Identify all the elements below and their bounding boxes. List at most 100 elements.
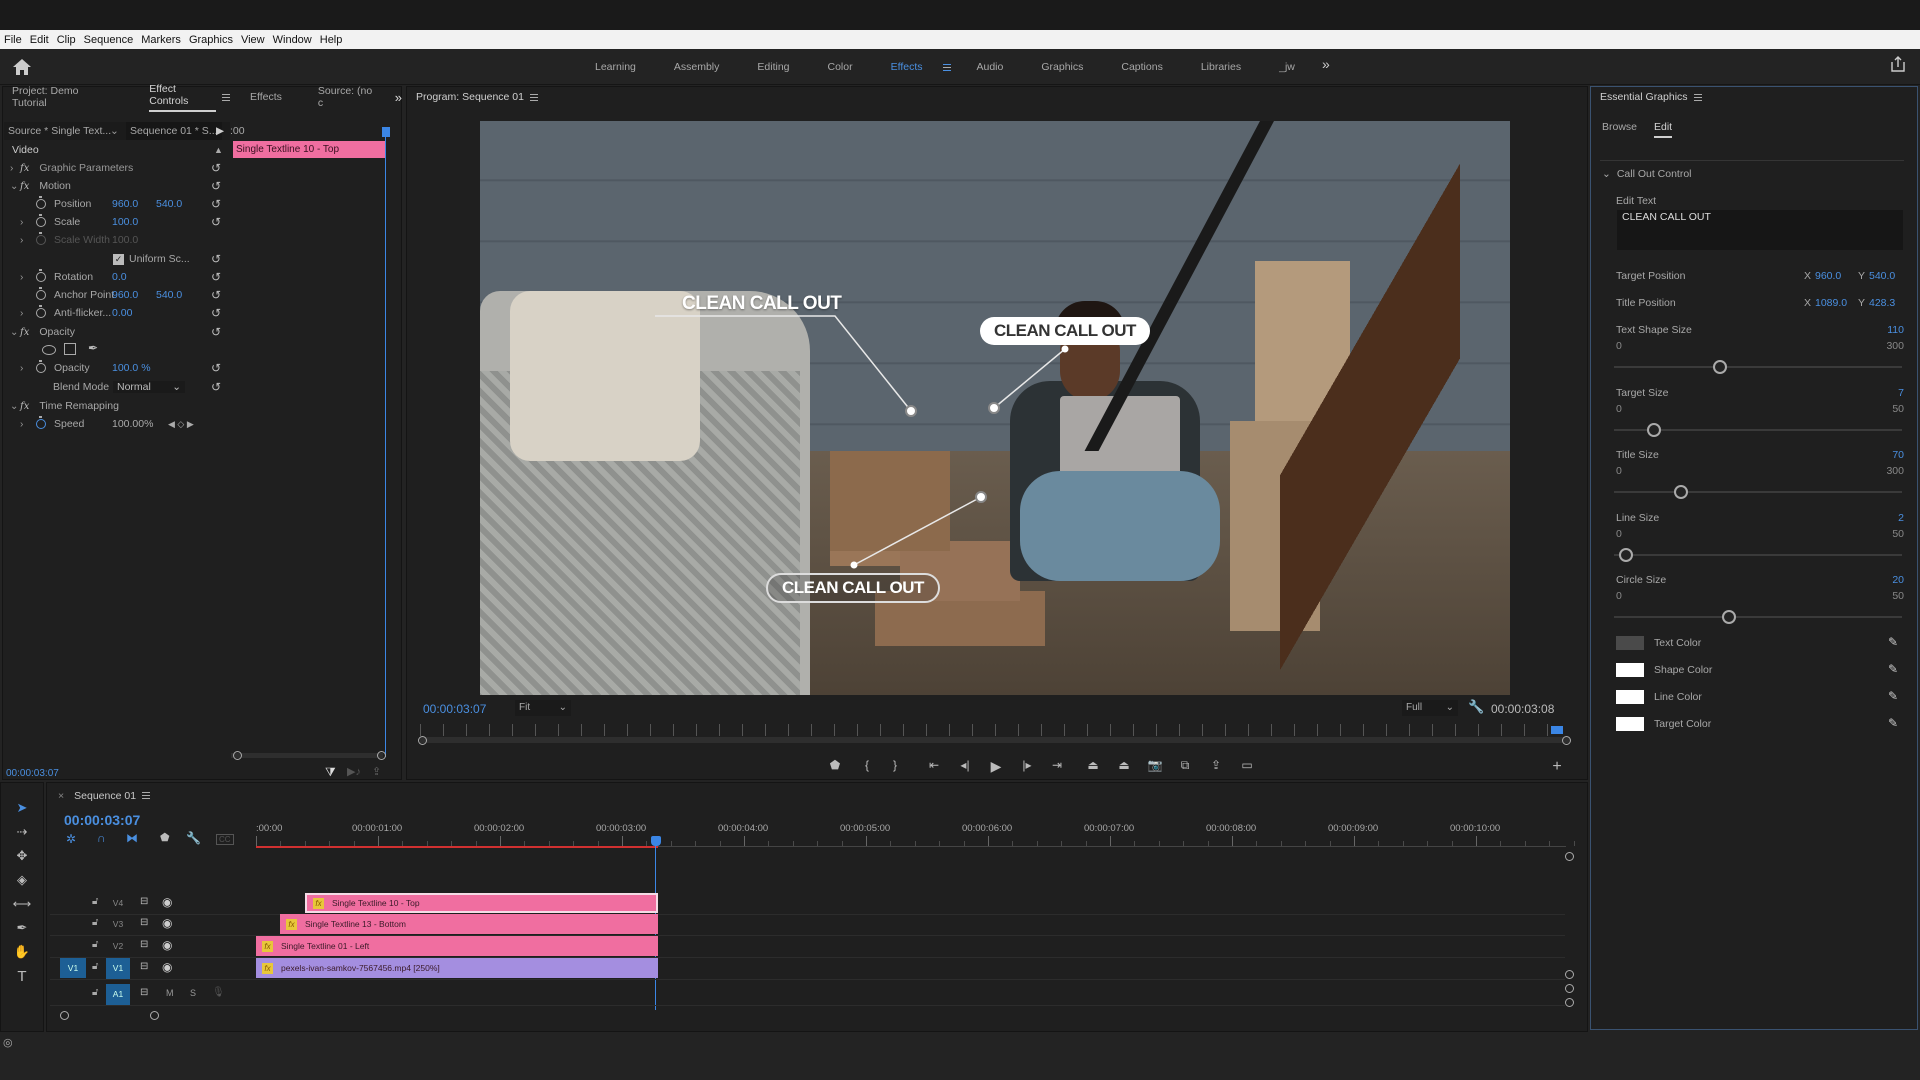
export-button[interactable]: ⇪ (1207, 758, 1225, 772)
play-audio-icon[interactable]: ▶♪ (347, 765, 361, 778)
sync-lock-icon[interactable]: ⊟ (140, 961, 148, 972)
opacity-section-row[interactable]: ⌄ fx Opacity (10, 323, 75, 341)
edit-text-field[interactable]: CLEAN CALL OUT (1617, 210, 1903, 250)
source-patch[interactable]: V1 (60, 958, 86, 978)
tab-effect-controls[interactable]: Effect Controls (149, 83, 217, 112)
eyedropper-icon[interactable]: ✎ (1888, 635, 1898, 649)
mini-clip[interactable]: Single Textline 10 - Top (233, 141, 385, 158)
stopwatch-icon[interactable] (36, 287, 46, 300)
workspace-menu-icon[interactable] (942, 63, 951, 71)
type-tool[interactable]: T (12, 968, 32, 988)
reset-icon[interactable]: ↺ (211, 381, 223, 393)
track-target[interactable]: V2 (106, 936, 130, 956)
eyedropper-icon[interactable]: ✎ (1888, 689, 1898, 703)
slider-value[interactable]: 7 (1864, 387, 1904, 399)
vscroll-handle[interactable] (1565, 970, 1574, 979)
callout-bottom[interactable]: CLEAN CALL OUT (766, 573, 940, 603)
lock-icon[interactable]: 🔓︎ (92, 896, 98, 907)
anchor-y-value[interactable]: 540.0 (156, 289, 182, 301)
slider-track[interactable] (1614, 491, 1902, 493)
slider-track[interactable] (1614, 366, 1902, 368)
mini-playhead[interactable] (382, 127, 390, 137)
lock-icon[interactable]: 🔓︎ (92, 917, 98, 928)
mute-button[interactable]: M (166, 988, 174, 998)
title-position-y[interactable]: 428.3 (1869, 297, 1895, 309)
stopwatch-icon[interactable] (36, 269, 46, 282)
reset-icon[interactable]: ↺ (211, 307, 223, 319)
graphic-parameters-row[interactable]: › fx Graphic Parameters (10, 159, 133, 177)
sync-lock-icon[interactable]: ⊟ (140, 917, 148, 928)
slider-knob[interactable] (1674, 485, 1689, 499)
program-playhead[interactable] (1551, 726, 1563, 734)
linked-selection-icon[interactable]: ⧓ (126, 831, 138, 845)
workspace-effects[interactable]: Effects (891, 61, 923, 73)
extract-button[interactable]: ⏏ (1115, 758, 1133, 772)
stopwatch-icon[interactable] (36, 416, 46, 429)
wrench-icon[interactable]: 🔧 (1468, 699, 1484, 715)
workspace-color[interactable]: Color (828, 61, 853, 73)
comparison-view-button[interactable]: ⧉ (1176, 758, 1194, 773)
tab-edit[interactable]: Edit (1654, 121, 1673, 138)
workspace-editing[interactable]: Editing (757, 61, 789, 73)
slider-value[interactable]: 20 (1864, 574, 1904, 586)
color-swatch[interactable] (1616, 663, 1644, 677)
reset-icon[interactable]: ↺ (211, 198, 223, 210)
solo-button[interactable]: S (190, 988, 196, 998)
vr-view-button[interactable]: ▭ (1238, 758, 1256, 772)
tab-effects[interactable]: Effects (250, 91, 282, 103)
snap-icon[interactable]: ∩ (97, 831, 106, 845)
timeline-clip[interactable]: fx Single Textline 01 - Left (256, 936, 658, 956)
track-target[interactable]: V3 (106, 914, 130, 934)
time-remapping-row[interactable]: ⌄ fx Time Remapping (10, 397, 119, 415)
zoom-handle[interactable] (1562, 736, 1571, 745)
lock-icon[interactable]: 🔓︎ (92, 939, 98, 950)
home-icon[interactable] (12, 58, 32, 76)
panel-menu-icon[interactable] (222, 93, 230, 101)
stopwatch-icon[interactable] (36, 196, 46, 209)
eye-icon[interactable]: ◉ (162, 916, 172, 930)
timeline-playhead[interactable] (651, 836, 661, 846)
reset-icon[interactable]: ↺ (211, 162, 223, 174)
menu-sequence[interactable]: Sequence (84, 34, 134, 46)
slider-track[interactable] (1614, 616, 1902, 618)
go-to-in-button[interactable]: ⇤ (925, 758, 943, 772)
callout-left[interactable]: CLEAN CALL OUT (682, 293, 842, 315)
panel-overflow-button[interactable]: » (395, 90, 402, 105)
step-forward-button[interactable]: |▸ (1018, 758, 1036, 772)
track-select-tool[interactable]: ⇢ (12, 824, 32, 844)
speed-value[interactable]: 100.00% (112, 418, 168, 430)
antiflicker-value[interactable]: 0.00 (112, 307, 132, 319)
tab-browse[interactable]: Browse (1602, 121, 1637, 133)
menu-window[interactable]: Window (273, 34, 312, 46)
scale-value[interactable]: 100.0 (112, 216, 138, 228)
timeline-clip[interactable]: fx Single Textline 13 - Bottom (280, 914, 658, 934)
playback-resolution-dropdown[interactable]: Full ⌄ (1402, 700, 1458, 716)
color-swatch[interactable] (1616, 717, 1644, 731)
reset-icon[interactable]: ↺ (211, 289, 223, 301)
ellipse-mask-icon[interactable] (42, 345, 56, 355)
eye-icon[interactable]: ◉ (162, 960, 172, 974)
opacity-value[interactable]: 100.0 % (112, 362, 151, 374)
workspace-graphics[interactable]: Graphics (1041, 61, 1083, 73)
workspace-learning[interactable]: Learning (595, 61, 636, 73)
vscroll-handle[interactable] (1565, 984, 1574, 993)
track-target[interactable]: V4 (106, 893, 130, 913)
rotation-value[interactable]: 0.0 (112, 271, 127, 283)
vscroll-handle[interactable] (1565, 852, 1574, 861)
zoom-handle[interactable] (377, 751, 386, 760)
filter-icon[interactable]: ⧩ (325, 765, 336, 780)
menu-file[interactable]: File (4, 34, 22, 46)
ripple-edit-tool[interactable]: ✥ (12, 848, 32, 868)
reset-icon[interactable]: ↺ (211, 180, 223, 192)
captions-icon[interactable]: CC (216, 834, 234, 845)
slider-track[interactable] (1614, 553, 1902, 556)
program-video-frame[interactable]: CLEAN CALL OUT CLEAN CALL OUT CLEAN CALL… (480, 121, 1510, 695)
add-button[interactable]: + (1548, 758, 1566, 776)
target-position-y[interactable]: 540.0 (1869, 270, 1895, 282)
reset-icon[interactable]: ↺ (211, 253, 223, 265)
workspace-jw[interactable]: _jw (1279, 61, 1295, 73)
workspace-captions[interactable]: Captions (1121, 61, 1162, 73)
timeline-ruler[interactable]: :00:00 00:00:01:00 00:00:02:00 00:00:03:… (256, 820, 1575, 848)
hscroll-handle[interactable] (150, 1011, 159, 1020)
menu-view[interactable]: View (241, 34, 265, 46)
